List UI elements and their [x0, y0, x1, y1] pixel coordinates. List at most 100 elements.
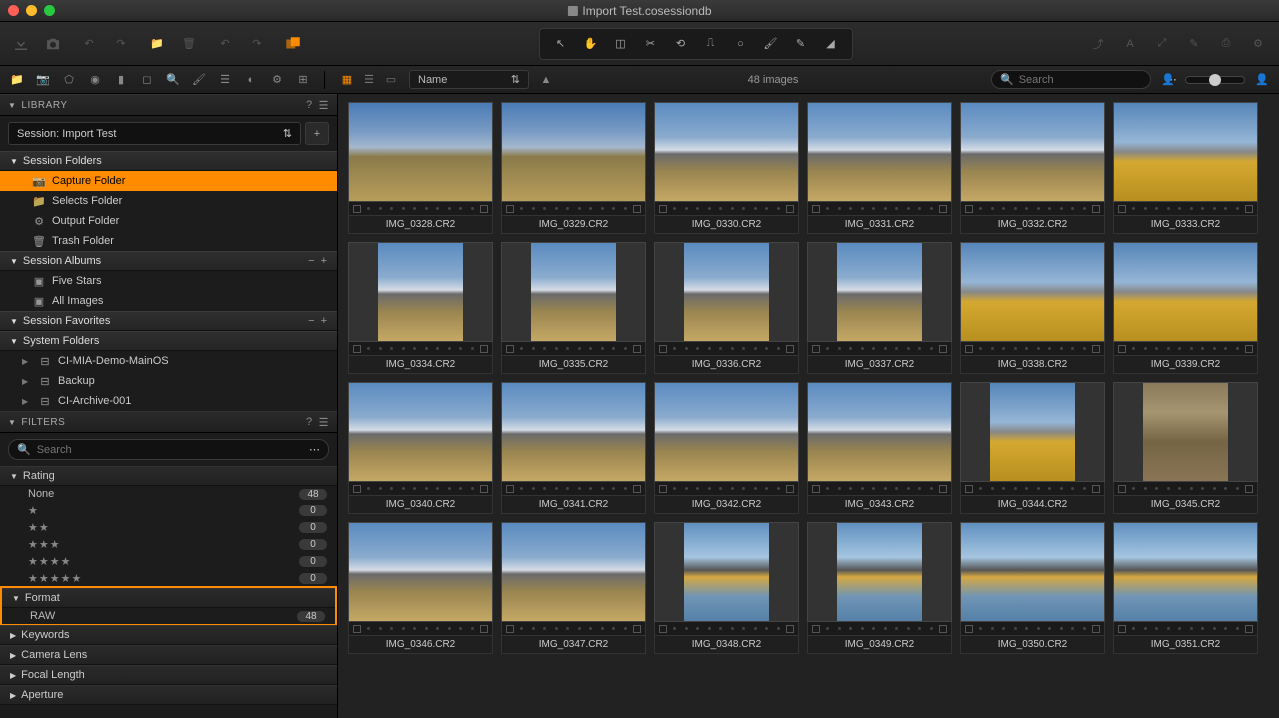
thumbnail-image[interactable]	[960, 102, 1105, 202]
thumbnail[interactable]: IMG_0341.CR2	[501, 382, 646, 514]
filter-search-input[interactable]	[37, 444, 303, 456]
thumbnail-image[interactable]	[654, 382, 799, 482]
exposure-tab-icon[interactable]: ▮	[112, 71, 130, 89]
select-checkbox[interactable]	[1118, 485, 1126, 493]
thumbnail-image[interactable]	[348, 382, 493, 482]
keywords-filter-header[interactable]: ▶ Keywords	[0, 625, 337, 645]
remove-icon[interactable]: −	[308, 255, 314, 267]
thumbnail-image[interactable]	[654, 522, 799, 622]
brush-icon[interactable]: 🖌	[760, 33, 782, 55]
text-icon[interactable]: A	[1119, 33, 1141, 55]
select-checkbox[interactable]	[506, 345, 514, 353]
thumbnail[interactable]: IMG_0334.CR2	[348, 242, 493, 374]
filter-search[interactable]: 🔍 ⋯	[8, 439, 329, 460]
select-checkbox[interactable]	[353, 345, 361, 353]
rating-dots[interactable]	[516, 627, 631, 630]
edit-icon[interactable]: ✎	[1183, 33, 1205, 55]
batch-tab-icon[interactable]: ⊞	[294, 71, 312, 89]
remove-icon[interactable]: −	[308, 315, 314, 327]
thumbnail-image[interactable]	[960, 382, 1105, 482]
select-checkbox[interactable]	[1118, 205, 1126, 213]
pan-icon[interactable]: ✋	[580, 33, 602, 55]
thumbnail[interactable]: IMG_0338.CR2	[960, 242, 1105, 374]
print-icon[interactable]: ⎙	[1215, 33, 1237, 55]
thumbnail-image[interactable]	[348, 242, 493, 342]
format-filter-header[interactable]: ▼ Format	[2, 588, 335, 608]
select-checkbox[interactable]	[659, 205, 667, 213]
session-folder-item[interactable]: 📁Selects Folder	[0, 191, 337, 211]
thumbnail[interactable]: IMG_0331.CR2	[807, 102, 952, 234]
rating-dots[interactable]	[669, 627, 784, 630]
rating-filter-row[interactable]: ★0	[0, 502, 337, 519]
details-tab-icon[interactable]: 🔍	[164, 71, 182, 89]
system-folder-item[interactable]: ▶⊟CI-MIA-Demo-MainOS	[0, 351, 337, 371]
tag-box[interactable]	[633, 205, 641, 213]
thumbnail[interactable]: IMG_0340.CR2	[348, 382, 493, 514]
thumbnail[interactable]: IMG_0350.CR2	[960, 522, 1105, 654]
select-checkbox[interactable]	[812, 345, 820, 353]
pointer-icon[interactable]: ↖	[550, 33, 572, 55]
rating-filter-row[interactable]: ★★★0	[0, 536, 337, 553]
thumbnail-image[interactable]	[960, 522, 1105, 622]
select-checkbox[interactable]	[353, 485, 361, 493]
tag-box[interactable]	[1092, 345, 1100, 353]
select-checkbox[interactable]	[353, 205, 361, 213]
rating-dots[interactable]	[975, 487, 1090, 490]
chevron-right-icon[interactable]: ▶	[22, 357, 32, 366]
add-icon[interactable]: +	[321, 315, 327, 327]
select-checkbox[interactable]	[812, 625, 820, 633]
session-dropdown[interactable]: Session: Import Test⇅	[8, 122, 301, 145]
list-view-icon[interactable]: ☰	[359, 72, 379, 88]
tag-box[interactable]	[1245, 485, 1253, 493]
rating-dots[interactable]	[669, 347, 784, 350]
sort-direction-icon[interactable]: ▲	[537, 71, 555, 89]
aperture-filter-header[interactable]: ▶ Aperture	[0, 685, 337, 705]
rating-dots[interactable]	[516, 487, 631, 490]
thumbnail-image[interactable]	[1113, 242, 1258, 342]
thumbnail-image[interactable]	[960, 242, 1105, 342]
rating-dots[interactable]	[363, 207, 478, 210]
tag-box[interactable]	[786, 625, 794, 633]
rating-filter-row[interactable]: ★★0	[0, 519, 337, 536]
close-icon[interactable]	[8, 5, 19, 16]
thumbnail[interactable]: IMG_0330.CR2	[654, 102, 799, 234]
rating-filter-row[interactable]: ★★★★★0	[0, 570, 337, 587]
output-tab-icon[interactable]: ⚙	[268, 71, 286, 89]
undo-icon[interactable]: ↶	[78, 33, 100, 55]
local-adj-tab-icon[interactable]: 🖌	[190, 71, 208, 89]
zoom-icon[interactable]	[44, 5, 55, 16]
add-session-button[interactable]: +	[305, 122, 329, 145]
rating-dots[interactable]	[363, 487, 478, 490]
rating-dots[interactable]	[363, 627, 478, 630]
user-icon[interactable]: 👤	[1159, 71, 1177, 89]
system-folders-header[interactable]: ▼ System Folders	[0, 331, 337, 351]
thumbnail[interactable]: IMG_0349.CR2	[807, 522, 952, 654]
thumbnail-image[interactable]	[1113, 382, 1258, 482]
select-checkbox[interactable]	[1118, 345, 1126, 353]
browser-search[interactable]: 🔍 ⋯	[991, 70, 1151, 89]
rating-dots[interactable]	[975, 347, 1090, 350]
crop-tab-icon[interactable]: ◻	[138, 71, 156, 89]
tag-box[interactable]	[480, 485, 488, 493]
select-checkbox[interactable]	[506, 485, 514, 493]
redo-icon[interactable]: ↷	[110, 33, 132, 55]
tag-box[interactable]	[1245, 345, 1253, 353]
rating-dots[interactable]	[516, 347, 631, 350]
select-checkbox[interactable]	[965, 485, 973, 493]
thumbnail-image[interactable]	[807, 522, 952, 622]
lens-tab-icon[interactable]: ⬠	[60, 71, 78, 89]
panel-menu-icon[interactable]: ☰	[319, 416, 329, 429]
tag-box[interactable]	[633, 485, 641, 493]
library-panel-header[interactable]: ▼ LIBRARY ?☰	[0, 94, 337, 116]
tag-box[interactable]	[1092, 205, 1100, 213]
panel-menu-icon[interactable]: ☰	[319, 99, 329, 112]
gradient-icon[interactable]: ◢	[820, 33, 842, 55]
capture-tab-icon[interactable]: 📷	[34, 71, 52, 89]
thumbnail[interactable]: IMG_0348.CR2	[654, 522, 799, 654]
tag-box[interactable]	[1092, 485, 1100, 493]
thumbnail[interactable]: IMG_0332.CR2	[960, 102, 1105, 234]
user2-icon[interactable]: 👤	[1253, 71, 1271, 89]
thumbnail-image[interactable]	[501, 382, 646, 482]
session-favorites-header[interactable]: ▼ Session Favorites −+	[0, 311, 337, 331]
eyedropper-icon[interactable]: ✎	[790, 33, 812, 55]
